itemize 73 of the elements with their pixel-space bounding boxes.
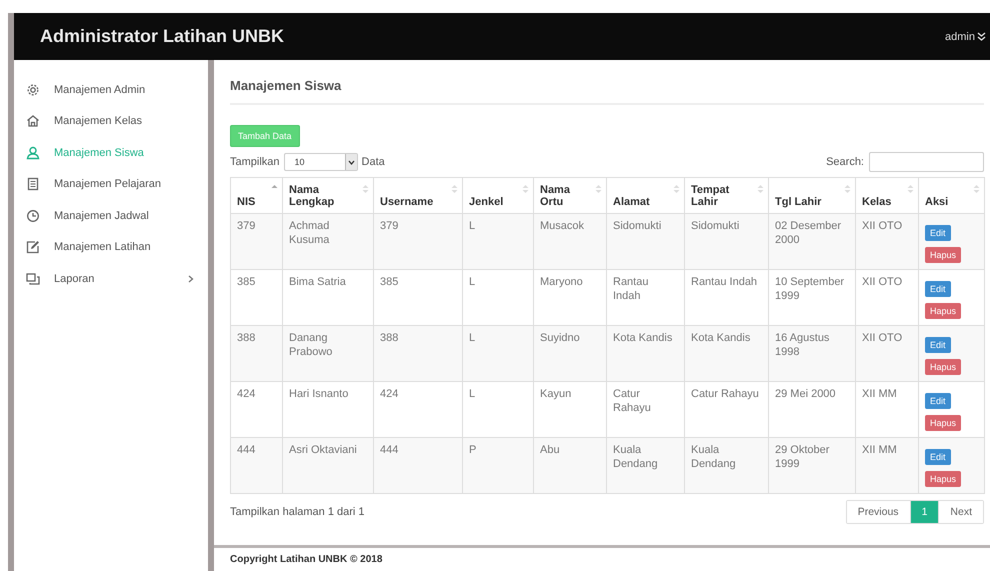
entries-dropdown[interactable]: 10 <box>284 153 358 171</box>
gear-icon <box>26 82 40 97</box>
sidebar-item[interactable]: Manajemen Kelas <box>14 106 208 137</box>
clock-icon <box>26 208 40 223</box>
column-header[interactable]: Alamat <box>606 178 684 214</box>
table-cell: 379 <box>230 214 282 270</box>
page-info: Tampilkan halaman 1 dari 1 <box>230 506 365 518</box>
delete-button[interactable]: Hapus <box>925 247 962 263</box>
edit-icon <box>26 240 40 254</box>
table-cell: L <box>462 214 534 270</box>
app-title: Administrator Latihan UNBK <box>40 26 284 47</box>
data-label: Data <box>362 156 385 168</box>
table-cell: 444 <box>374 438 462 494</box>
table-cell: 16 Agustus 1998 <box>768 326 856 382</box>
user-menu[interactable]: admin <box>945 30 986 42</box>
sidebar-item[interactable]: Manajemen Admin <box>14 74 208 106</box>
show-label: Tampilkan <box>230 156 280 168</box>
search-field[interactable] <box>869 152 984 172</box>
table-cell: XII MM <box>856 438 918 494</box>
table-cell: 444 <box>230 438 282 494</box>
table-cell: 379 <box>374 214 462 270</box>
table-cell: XII OTO <box>856 214 918 270</box>
table-cell: Asri Oktaviani <box>282 438 374 494</box>
edit-button[interactable]: Edit <box>925 393 951 409</box>
pagination-button[interactable]: Next <box>938 501 983 523</box>
delete-button[interactable]: Hapus <box>925 359 962 375</box>
table-cell: L <box>462 326 534 382</box>
sidebar-item[interactable]: Manajemen Pelajaran <box>14 168 208 200</box>
table-cell: 388 <box>230 326 282 382</box>
book-icon <box>26 177 40 192</box>
column-header[interactable]: Aksi <box>918 178 984 214</box>
caret-icon <box>348 160 355 164</box>
column-header[interactable]: Nama Ortu <box>534 178 606 214</box>
table-cell: Achmad Kusuma <box>282 214 374 270</box>
table-cell: 388 <box>374 326 462 382</box>
column-header[interactable]: Kelas <box>856 178 918 214</box>
table-cell: 29 Oktober 1999 <box>768 438 856 494</box>
delete-button[interactable]: Hapus <box>925 415 962 431</box>
table-cell: Kuala Dendang <box>606 438 684 494</box>
table-cell: XII OTO <box>856 326 918 382</box>
delete-button[interactable]: Hapus <box>925 303 962 319</box>
table-cell: Kota Kandis <box>684 326 768 382</box>
column-header[interactable]: Nama Lengkap <box>282 178 374 214</box>
edit-button[interactable]: Edit <box>925 449 951 465</box>
table-cell: Danang Prabowo <box>282 326 374 382</box>
edit-button[interactable]: Edit <box>925 281 951 297</box>
search-label: Search: <box>826 156 864 168</box>
column-header[interactable]: Jenkel <box>462 178 534 214</box>
sidebar-item[interactable]: Laporan <box>14 263 208 294</box>
table-cell: Sidomukti <box>606 214 684 270</box>
column-header[interactable]: Tempat Lahir <box>684 178 768 214</box>
table-cell: Abu <box>534 438 606 494</box>
table-cell: P <box>462 438 534 494</box>
table-cell: Kuala Dendang <box>684 438 768 494</box>
column-header[interactable]: NIS <box>230 178 282 214</box>
double-chevron-icon <box>977 32 986 41</box>
table-cell: 02 Desember 2000 <box>768 214 856 270</box>
column-header[interactable]: Tgl Lahir <box>768 178 856 214</box>
sidebar-item[interactable]: Manajemen Jadwal <box>14 200 208 232</box>
page-title: Manajemen Siswa <box>230 78 984 105</box>
home-icon <box>26 114 40 128</box>
copyright-text: Copyright Latihan UNBK © 2018 <box>230 554 382 565</box>
sidebar-item[interactable]: Manajemen Latihan <box>14 232 208 263</box>
table-cell: Kota Kandis <box>606 326 684 382</box>
edit-button[interactable]: Edit <box>925 337 951 353</box>
user-icon <box>26 146 40 160</box>
table-cell: Sidomukti <box>684 214 768 270</box>
delete-button[interactable]: Hapus <box>925 471 962 487</box>
edit-button[interactable]: Edit <box>925 225 951 241</box>
table-cell: Suyidno <box>534 326 606 382</box>
monitors-icon <box>26 272 40 286</box>
column-header[interactable]: Username <box>374 178 462 214</box>
table-cell: Musacok <box>534 214 606 270</box>
